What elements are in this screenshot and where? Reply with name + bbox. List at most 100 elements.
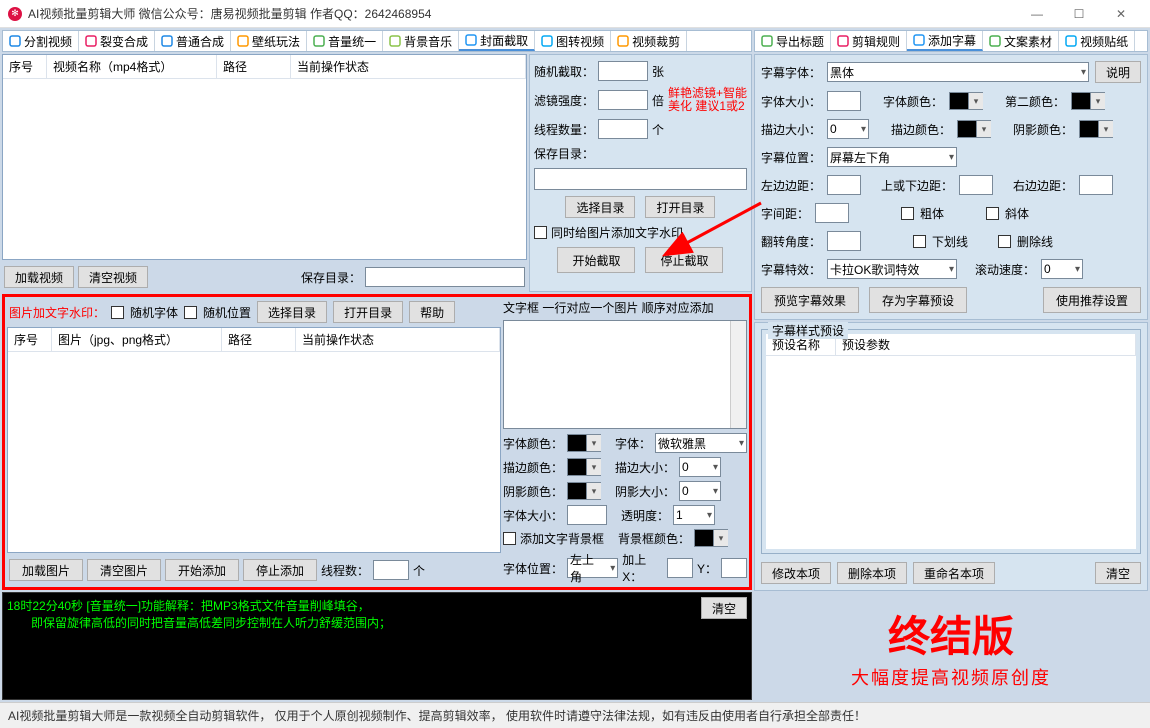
tab-文案素材[interactable]: 文案素材 (983, 31, 1059, 51)
tab-icon (313, 35, 325, 47)
sub-stroke-size[interactable]: 0 (827, 119, 869, 139)
tab-音量统一[interactable]: 音量统一 (307, 31, 383, 51)
wm-choose-dir-button[interactable]: 选择目录 (257, 301, 327, 323)
effect-select[interactable]: 卡拉OK歌词特效 (827, 259, 957, 279)
ov-shadow-color[interactable] (567, 482, 601, 500)
column-header[interactable]: 当前操作状态 (291, 55, 526, 78)
ov-bg-checkbox[interactable] (503, 532, 516, 545)
use-recommended-button[interactable]: 使用推荐设置 (1043, 287, 1141, 313)
column-header[interactable]: 视频名称（mp4格式） (47, 55, 217, 78)
sub-color2[interactable] (1071, 92, 1105, 110)
sub-spacing[interactable] (815, 203, 849, 223)
rename-preset-button[interactable]: 重命名本项 (913, 562, 995, 584)
close-button[interactable]: ✕ (1100, 1, 1142, 27)
tab-图转视频[interactable]: 图转视频 (535, 31, 611, 51)
img-threads-input[interactable] (373, 560, 409, 580)
tab-分割视频[interactable]: 分割视频 (3, 31, 79, 51)
sub-stroke-color[interactable] (957, 120, 991, 138)
preview-subtitle-button[interactable]: 预览字幕效果 (761, 287, 859, 313)
save-preset-button[interactable]: 存为字幕预设 (869, 287, 967, 313)
filter-input[interactable] (598, 90, 648, 110)
sub-tb-margin[interactable] (959, 175, 993, 195)
tab-剪辑规则[interactable]: 剪辑规则 (831, 31, 907, 51)
preset-table-body[interactable] (766, 356, 1136, 549)
stop-capture-button[interactable]: 停止截取 (645, 247, 723, 273)
tab-背景音乐[interactable]: 背景音乐 (383, 31, 459, 51)
underline-checkbox[interactable] (913, 235, 926, 248)
load-image-button[interactable]: 加载图片 (9, 559, 83, 581)
rand-pos-checkbox[interactable] (184, 306, 197, 319)
tab-视频贴纸[interactable]: 视频贴纸 (1059, 31, 1135, 51)
column-header[interactable]: 序号 (8, 328, 52, 351)
start-add-button[interactable]: 开始添加 (165, 559, 239, 581)
tab-壁纸玩法[interactable]: 壁纸玩法 (231, 31, 307, 51)
cap-open-dir-button[interactable]: 打开目录 (645, 196, 715, 218)
tab-视频裁剪[interactable]: 视频裁剪 (611, 31, 687, 51)
overlay-text-input[interactable] (503, 320, 747, 429)
cap-choose-dir-button[interactable]: 选择目录 (565, 196, 635, 218)
ov-font-color[interactable] (567, 434, 601, 452)
image-table[interactable]: 序号图片（jpg、png格式）路径当前操作状态 (7, 327, 501, 553)
ov-font-select[interactable]: 微软雅黑 (655, 433, 747, 453)
explain-button[interactable]: 说明 (1095, 61, 1141, 83)
ov-stroke-size[interactable]: 0 (679, 457, 721, 477)
ov-y[interactable] (721, 558, 747, 578)
wm-help-button[interactable]: 帮助 (409, 301, 455, 323)
sub-size-input[interactable] (827, 91, 861, 111)
start-capture-button[interactable]: 开始截取 (557, 247, 635, 273)
tab-普通合成[interactable]: 普通合成 (155, 31, 231, 51)
column-header[interactable]: 序号 (3, 55, 47, 78)
add-watermark-checkbox[interactable] (534, 226, 547, 239)
sub-font-select[interactable]: 黑体 (827, 62, 1089, 82)
clear-image-button[interactable]: 清空图片 (87, 559, 161, 581)
rand-font-checkbox[interactable] (111, 306, 124, 319)
tab-label: 添加字幕 (928, 32, 976, 49)
tab-封面截取[interactable]: 封面截取 (459, 31, 535, 51)
sub-pos-select[interactable]: 屏幕左下角 (827, 147, 957, 167)
sub-left-margin[interactable] (827, 175, 861, 195)
video-save-dir-input[interactable] (365, 267, 525, 287)
column-header[interactable]: 路径 (222, 328, 296, 351)
maximize-button[interactable]: ☐ (1058, 1, 1100, 27)
tab-导出标题[interactable]: 导出标题 (755, 31, 831, 51)
clear-preset-button[interactable]: 清空 (1095, 562, 1141, 584)
clear-log-button[interactable]: 清空 (701, 597, 747, 619)
column-header[interactable]: 预设参数 (836, 334, 1136, 355)
column-header[interactable]: 当前操作状态 (296, 328, 500, 351)
ov-shadow-size[interactable]: 0 (679, 481, 721, 501)
bold-checkbox[interactable] (901, 207, 914, 220)
delete-preset-button[interactable]: 删除本项 (837, 562, 907, 584)
sub-right-margin[interactable] (1079, 175, 1113, 195)
tab-裂变合成[interactable]: 裂变合成 (79, 31, 155, 51)
load-video-button[interactable]: 加载视频 (4, 266, 74, 288)
column-header[interactable]: 图片（jpg、png格式） (52, 328, 222, 351)
wm-open-dir-button[interactable]: 打开目录 (333, 301, 403, 323)
column-header[interactable]: 路径 (217, 55, 291, 78)
ov-addx[interactable] (667, 558, 693, 578)
rand-count-input[interactable] (598, 61, 648, 81)
right-tabs: 导出标题剪辑规则 添加字幕文案素材视频贴纸 (754, 30, 1148, 52)
strike-checkbox[interactable] (998, 235, 1011, 248)
sub-shadow-color[interactable] (1079, 120, 1113, 138)
tab-添加字幕[interactable]: 添加字幕 (907, 31, 983, 51)
sub-font-label: 字幕字体： (761, 64, 821, 81)
sub-color[interactable] (949, 92, 983, 110)
thread-input[interactable] (598, 119, 648, 139)
ov-bg-color[interactable] (694, 529, 728, 547)
video-table[interactable]: 序号视频名称（mp4格式）路径当前操作状态 (2, 54, 527, 260)
capture-save-dir-input[interactable] (534, 168, 747, 190)
minimize-button[interactable]: — (1016, 1, 1058, 27)
ov-opacity[interactable]: 1 (673, 505, 715, 525)
ov-stroke-color[interactable] (567, 458, 601, 476)
clear-video-button[interactable]: 清空视频 (78, 266, 148, 288)
ov-pos-select[interactable]: 左上角 (567, 558, 618, 578)
tab-icon (989, 35, 1001, 47)
italic-checkbox[interactable] (986, 207, 999, 220)
scroll-select[interactable]: 0 (1041, 259, 1083, 279)
rotate-input[interactable] (827, 231, 861, 251)
ov-font-size[interactable] (567, 505, 607, 525)
scrollbar[interactable] (730, 321, 746, 428)
ov-font-size-label: 字体大小： (503, 507, 563, 524)
modify-preset-button[interactable]: 修改本项 (761, 562, 831, 584)
stop-add-button[interactable]: 停止添加 (243, 559, 317, 581)
